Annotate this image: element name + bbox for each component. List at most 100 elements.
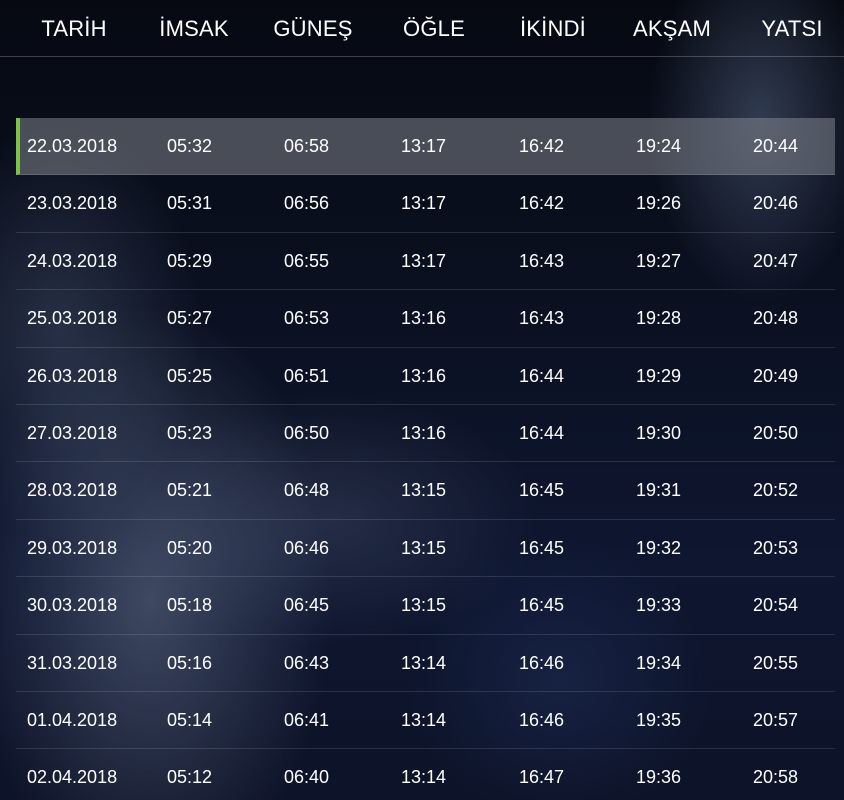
cell-date: 24.03.2018	[27, 250, 118, 271]
table-row[interactable]: 23.03.2018 05:31 06:56 13:17 16:42 19:26 20:46	[16, 175, 835, 233]
prayer-times-table: 22.03.2018 05:32 06:58 13:17 16:42 19:24 20:44…	[16, 118, 835, 800]
header-tarih: TARİH	[41, 16, 107, 41]
cell-ikindi: 16:43	[519, 308, 565, 329]
cell-ogle: 13:16	[401, 365, 447, 386]
table-row[interactable]: 27.03.2018 05:23 06:50 13:16 16:44 19:30 20:50	[16, 405, 835, 463]
cell-gunes: 06:55	[284, 250, 330, 271]
table-row[interactable]: 31.03.2018 05:16 06:43 13:14 16:46 19:34 20:55	[16, 635, 835, 692]
cell-gunes: 06:41	[284, 709, 330, 730]
cell-ogle: 13:16	[401, 308, 447, 329]
cell-imsak: 05:12	[167, 767, 213, 788]
cell-aksam: 19:24	[636, 136, 682, 156]
cell-gunes: 06:45	[284, 595, 330, 616]
cell-ogle: 13:15	[401, 537, 447, 558]
cell-gunes: 06:53	[284, 308, 330, 329]
cell-yatsi: 20:49	[753, 365, 799, 386]
cell-aksam: 19:34	[636, 652, 682, 673]
table-row[interactable]: 01.04.2018 05:14 06:41 13:14 16:46 19:35 20:57	[16, 692, 835, 750]
cell-gunes: 06:48	[284, 480, 330, 501]
table-row[interactable]: 24.03.2018 05:29 06:55 13:17 16:43 19:27 20:47	[16, 233, 835, 291]
cell-ikindi: 16:42	[519, 193, 565, 214]
cell-yatsi: 20:50	[753, 422, 799, 443]
cell-ogle: 13:14	[401, 767, 447, 788]
cell-ikindi: 16:43	[519, 250, 565, 271]
cell-date: 01.04.2018	[27, 709, 118, 730]
cell-imsak: 05:21	[167, 480, 213, 501]
cell-ikindi: 16:42	[519, 136, 565, 156]
cell-ogle: 13:14	[401, 652, 447, 673]
cell-imsak: 05:29	[167, 250, 213, 271]
cell-ikindi: 16:44	[519, 365, 565, 386]
table-row[interactable]: 02.04.2018 05:12 06:40 13:14 16:47 19:36 20:58	[16, 749, 835, 800]
cell-ogle: 13:15	[401, 595, 447, 616]
cell-date: 22.03.2018	[27, 136, 118, 156]
header-imsak: İMSAK	[159, 16, 229, 41]
table-header: TARİH İMSAK GÜNEŞ ÖĞLE İKİNDİ AKŞAM YATS…	[0, 0, 844, 57]
cell-yatsi: 20:52	[753, 480, 799, 501]
table-row[interactable]: 30.03.2018 05:18 06:45 13:15 16:45 19:33 20:54	[16, 577, 835, 635]
cell-aksam: 19:29	[636, 365, 682, 386]
cell-ikindi: 16:46	[519, 652, 565, 673]
cell-gunes: 06:56	[284, 193, 330, 214]
cell-ikindi: 16:47	[519, 767, 565, 788]
cell-imsak: 05:18	[167, 595, 213, 616]
cell-ogle: 13:16	[401, 422, 447, 443]
cell-yatsi: 20:48	[753, 308, 799, 329]
cell-imsak: 05:32	[167, 136, 213, 156]
cell-date: 23.03.2018	[27, 193, 118, 214]
cell-aksam: 19:35	[636, 709, 682, 730]
cell-yatsi: 20:47	[753, 250, 799, 271]
cell-date: 28.03.2018	[27, 480, 118, 501]
header-ikindi: İKİNDİ	[520, 16, 586, 41]
cell-imsak: 05:14	[167, 709, 213, 730]
table-row[interactable]: 26.03.2018 05:25 06:51 13:16 16:44 19:29 20:49	[16, 348, 835, 405]
cell-ogle: 13:14	[401, 709, 447, 730]
cell-date: 31.03.2018	[27, 652, 118, 673]
cell-aksam: 19:30	[636, 422, 682, 443]
cell-yatsi: 20:58	[753, 767, 799, 788]
cell-aksam: 19:33	[636, 595, 682, 616]
cell-ikindi: 16:46	[519, 709, 565, 730]
cell-date: 30.03.2018	[27, 595, 118, 616]
cell-aksam: 19:27	[636, 250, 682, 271]
cell-date: 02.04.2018	[27, 767, 118, 788]
cell-gunes: 06:58	[284, 136, 330, 156]
cell-ikindi: 16:45	[519, 595, 565, 616]
cell-aksam: 19:36	[636, 767, 682, 788]
cell-imsak: 05:31	[167, 193, 213, 214]
cell-date: 27.03.2018	[27, 422, 118, 443]
cell-date: 26.03.2018	[27, 365, 118, 386]
cell-ikindi: 16:45	[519, 537, 565, 558]
cell-aksam: 19:26	[636, 193, 682, 214]
cell-ikindi: 16:45	[519, 480, 565, 501]
cell-yatsi: 20:54	[753, 595, 799, 616]
cell-ogle: 13:17	[401, 136, 447, 156]
header-aksam: AKŞAM	[632, 16, 712, 41]
header-yatsi: YATSI	[761, 16, 823, 41]
cell-yatsi: 20:46	[753, 193, 799, 214]
cell-date: 25.03.2018	[27, 308, 118, 329]
cell-ogle: 13:17	[401, 193, 447, 214]
cell-yatsi: 20:57	[753, 709, 799, 730]
cell-date: 29.03.2018	[27, 537, 118, 558]
table-row-today[interactable]: 22.03.2018 05:32 06:58 13:17 16:42 19:24 20:44	[16, 118, 835, 176]
cell-aksam: 19:32	[636, 537, 682, 558]
table-row[interactable]: 25.03.2018 05:27 06:53 13:16 16:43 19:28 20:48	[16, 290, 835, 348]
cell-gunes: 06:51	[284, 365, 330, 386]
cell-gunes: 06:43	[284, 652, 330, 673]
cell-yatsi: 20:44	[753, 136, 799, 156]
table-row[interactable]: 28.03.2018 05:21 06:48 13:15 16:45 19:31 20:52	[16, 462, 835, 520]
cell-ogle: 13:17	[401, 250, 447, 271]
cell-imsak: 05:20	[167, 537, 213, 558]
cell-imsak: 05:16	[167, 652, 213, 673]
table-row[interactable]: 29.03.2018 05:20 06:46 13:15 16:45 19:32 20:53	[16, 520, 835, 578]
header-ogle: ÖĞLE	[403, 16, 465, 41]
cell-aksam: 19:28	[636, 308, 682, 329]
cell-gunes: 06:50	[284, 422, 330, 443]
cell-ogle: 13:15	[401, 480, 447, 501]
header-gunes: GÜNEŞ	[273, 16, 353, 41]
cell-imsak: 05:25	[167, 365, 213, 386]
cell-yatsi: 20:53	[753, 537, 799, 558]
cell-imsak: 05:23	[167, 422, 213, 443]
cell-yatsi: 20:55	[753, 652, 799, 673]
